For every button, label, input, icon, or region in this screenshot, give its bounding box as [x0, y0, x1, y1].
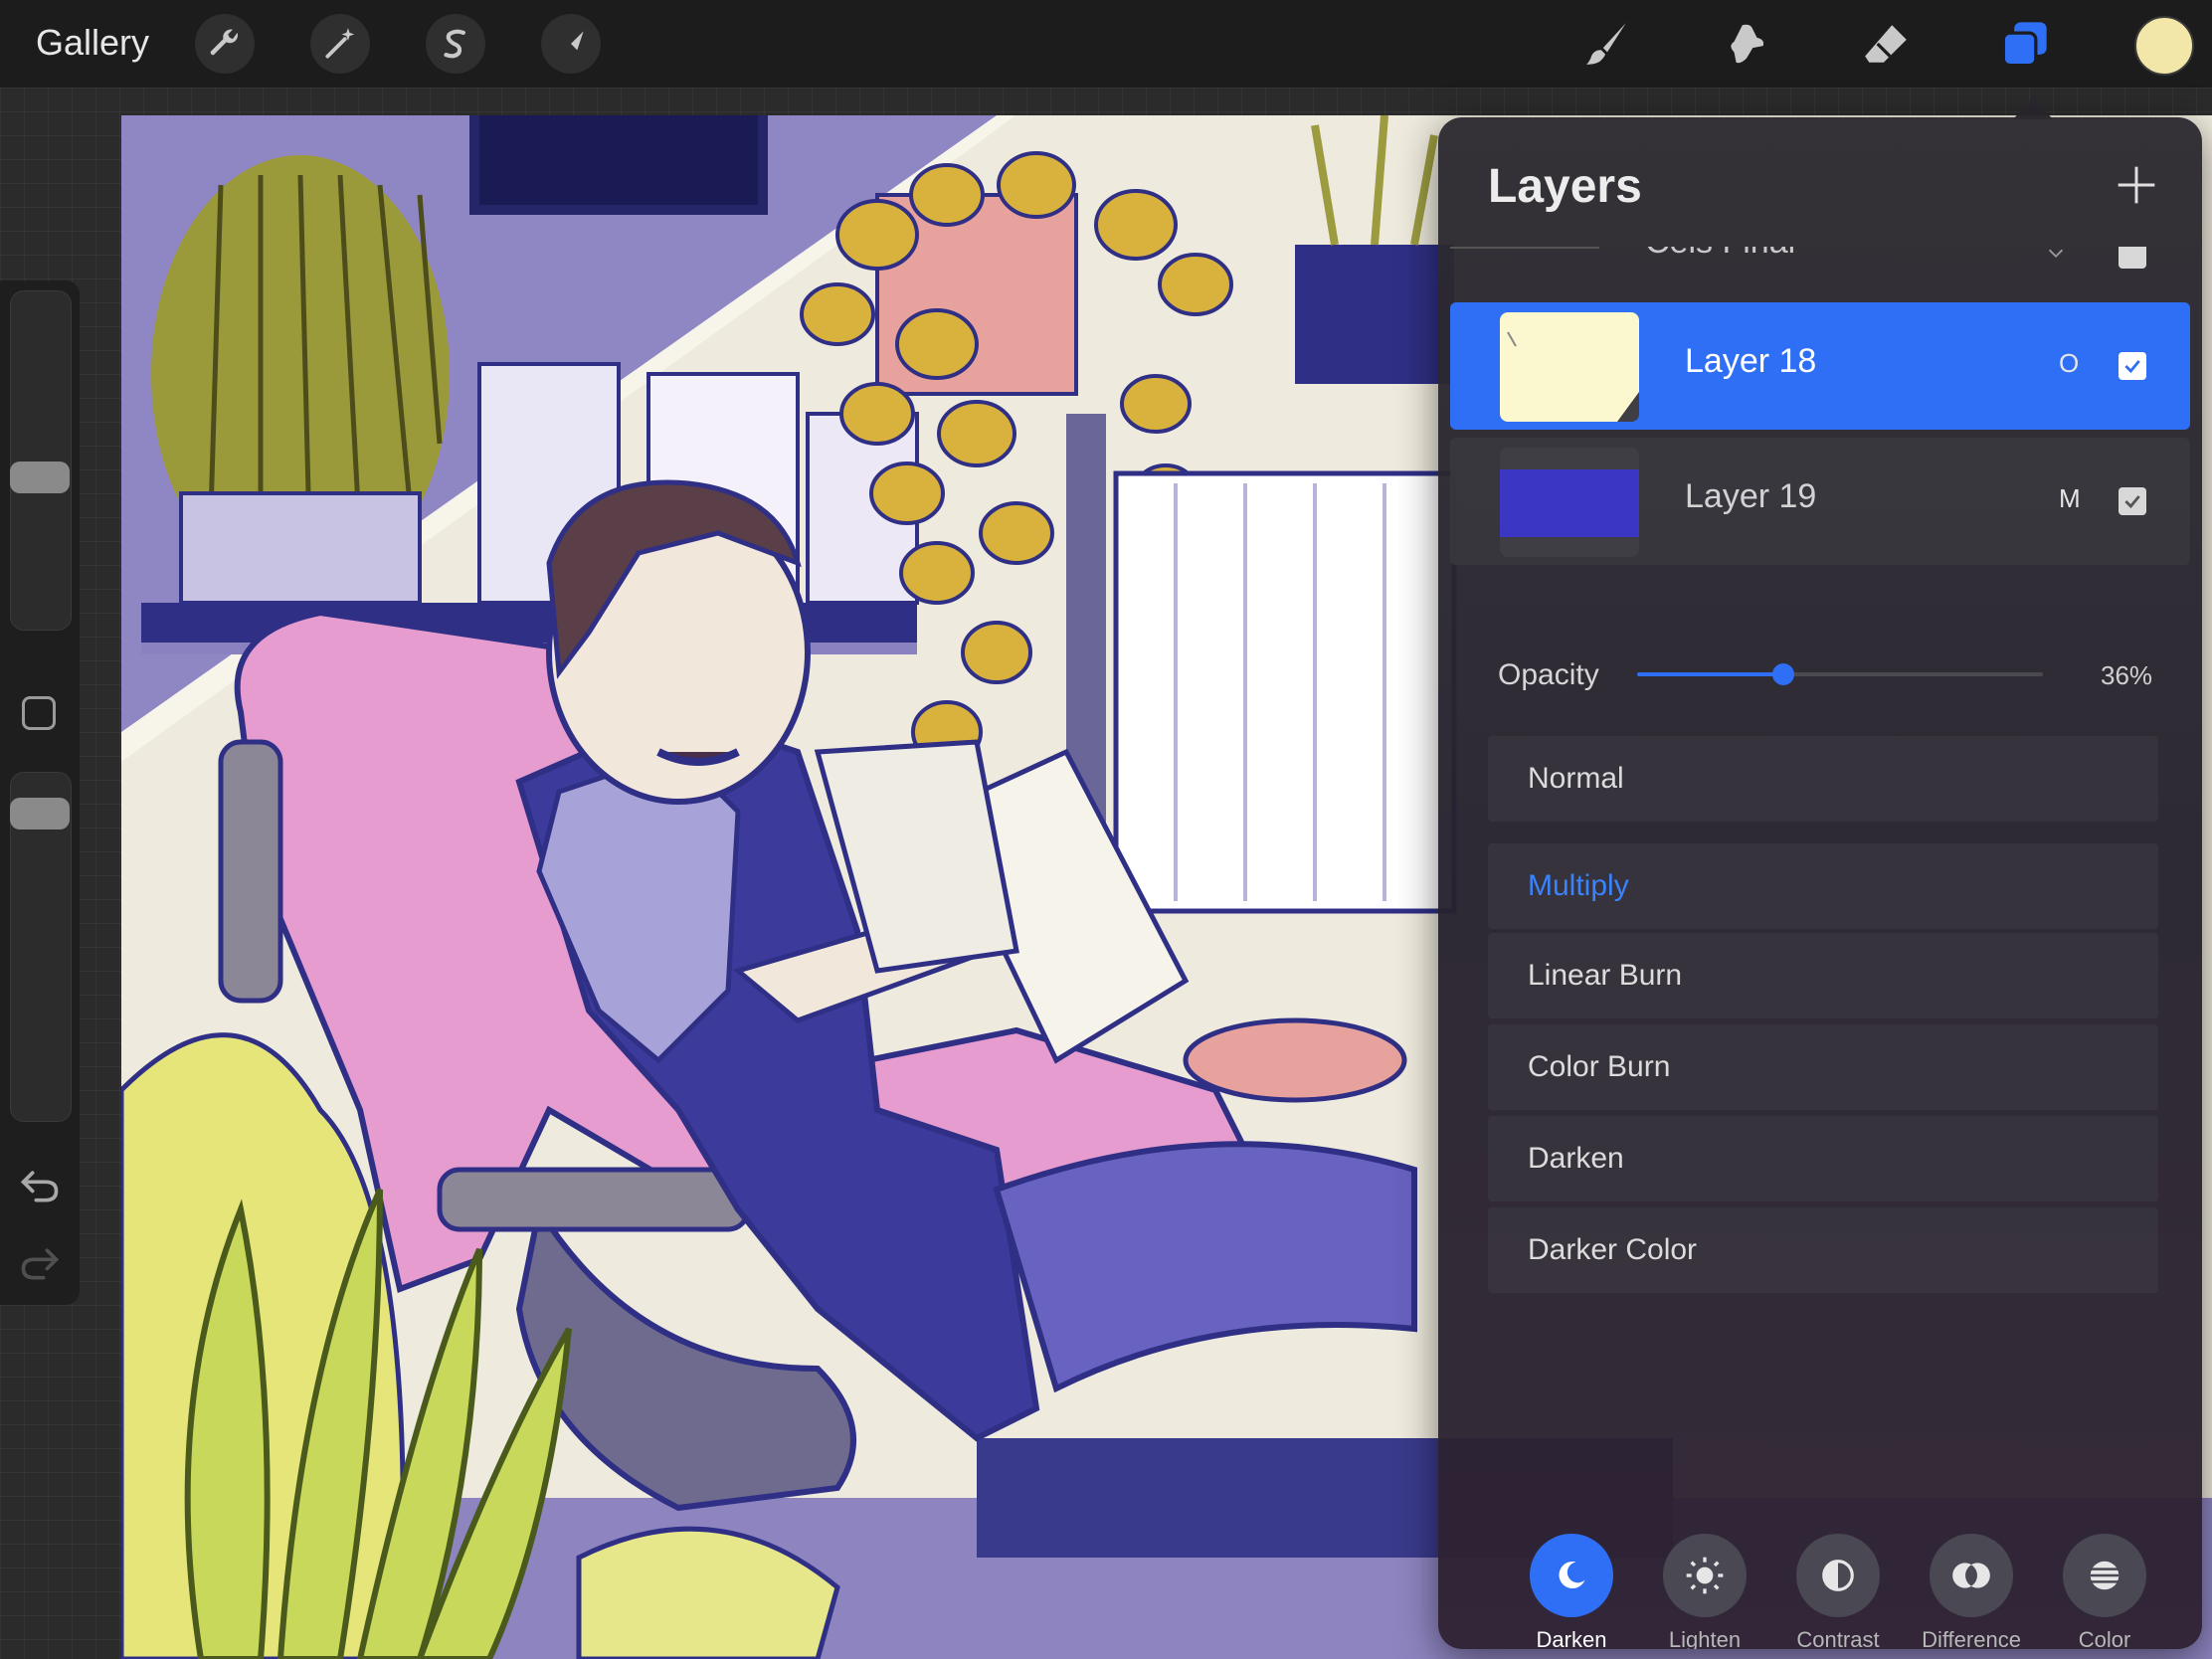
selection-s-icon — [444, 29, 465, 59]
tab-lighten[interactable]: Lighten — [1637, 1520, 1756, 1649]
undo-icon[interactable] — [18, 1164, 62, 1207]
redo-icon[interactable] — [18, 1241, 62, 1285]
opacity-slider-fill — [1637, 672, 1783, 676]
layers-panel: Layers Cels Final Layer 18 O — [1438, 117, 2202, 1649]
blend-mode-color-burn[interactable]: Color Burn — [1488, 1024, 2158, 1110]
color-picker-button[interactable] — [2134, 16, 2194, 76]
smudge-icon — [1731, 24, 1764, 64]
group-visibility-checkbox[interactable] — [2119, 247, 2146, 269]
tab-label: Contrast — [1796, 1627, 1880, 1649]
tab-label: Difference — [1922, 1627, 2021, 1649]
transform-button[interactable] — [541, 14, 601, 74]
blend-mode-label: Normal — [1528, 762, 1624, 795]
difference-icon — [1952, 1563, 1990, 1588]
tab-darken[interactable]: Darken — [1504, 1520, 1623, 1649]
blend-mode-multiply[interactable]: Multiply — [1488, 843, 2158, 929]
layer-group-row[interactable]: Cels Final — [1438, 247, 2202, 304]
opacity-label: Opacity — [1498, 658, 1599, 691]
opacity-value: 36% — [2101, 660, 2153, 690]
eraser-tool-button[interactable] — [1856, 14, 1916, 74]
sun-icon — [1686, 1557, 1724, 1594]
moon-icon — [1559, 1562, 1585, 1589]
layer-row-18[interactable]: Layer 18 O — [1450, 302, 2190, 430]
transform-arrow-icon — [558, 31, 584, 57]
tab-contrast[interactable]: Contrast — [1770, 1520, 1890, 1649]
layer-visibility-checkbox[interactable] — [2119, 487, 2146, 515]
blend-mode-label: Linear Burn — [1528, 959, 1683, 992]
color-stripes-icon — [2090, 1561, 2120, 1590]
layer-blend-indicator[interactable]: O — [2059, 348, 2079, 379]
tab-label: Color — [2078, 1627, 2131, 1649]
opacity-slider-knob[interactable] — [1771, 663, 1794, 685]
blend-mode-normal[interactable]: Normal — [1488, 736, 2158, 822]
tab-difference[interactable]: Difference — [1904, 1520, 2023, 1649]
brush-opacity-thumb[interactable] — [10, 798, 70, 830]
blend-mode-label: Multiply — [1528, 869, 1629, 902]
layer-blend-indicator[interactable]: M — [2059, 483, 2081, 514]
blend-mode-darker-color[interactable]: Darker Color — [1488, 1207, 2158, 1293]
eraser-icon — [1865, 25, 1907, 63]
layer-row-19[interactable]: Layer 19 M — [1450, 438, 2190, 565]
magic-wand-icon — [325, 28, 355, 59]
layers-icon — [2001, 22, 2047, 68]
brush-size-slider[interactable] — [10, 290, 72, 631]
checkmark-icon — [2124, 360, 2140, 374]
adjustments-button[interactable] — [310, 14, 370, 74]
brush-size-thumb[interactable] — [10, 461, 70, 493]
checkmark-icon — [2124, 495, 2140, 509]
group-name: Cels Final — [1645, 247, 1795, 262]
tab-color[interactable]: Color — [2037, 1520, 2156, 1649]
layer-name: Layer 18 — [1685, 342, 1817, 380]
tab-label: Darken — [1536, 1627, 1607, 1649]
layer-thumbnail — [1500, 448, 1639, 557]
blend-category-tabs: Darken Lighten Contrast Difference Color — [1438, 1520, 2202, 1649]
blend-mode-label: Darken — [1528, 1142, 1624, 1175]
layer-thumbnail — [1500, 312, 1639, 422]
blend-mode-label: Darker Color — [1528, 1233, 1698, 1266]
gallery-button[interactable]: Gallery — [36, 22, 149, 64]
top-toolbar: Gallery — [0, 0, 2212, 88]
selection-button[interactable] — [426, 14, 485, 74]
actions-button[interactable] — [195, 14, 255, 74]
blend-mode-label: Color Burn — [1528, 1050, 1671, 1083]
panel-pointer — [2013, 97, 2053, 119]
modify-button[interactable] — [22, 696, 56, 730]
wrench-icon — [210, 29, 239, 56]
panel-title: Layers — [1488, 160, 1642, 213]
layers-tool-button[interactable] — [1995, 14, 2055, 74]
chevron-down-icon[interactable] — [2045, 247, 2067, 265]
brush-icon — [1586, 23, 1626, 65]
smudge-tool-button[interactable] — [1717, 14, 1776, 74]
blend-mode-darken[interactable]: Darken — [1488, 1116, 2158, 1201]
opacity-slider[interactable] — [1637, 663, 2043, 685]
tab-label: Lighten — [1668, 1627, 1742, 1649]
brush-tool-button[interactable] — [1577, 14, 1637, 74]
layer-name: Layer 19 — [1685, 477, 1817, 515]
layer-visibility-checkbox[interactable] — [2119, 352, 2146, 380]
add-layer-icon[interactable] — [2115, 163, 2158, 207]
blend-mode-linear-burn[interactable]: Linear Burn — [1488, 933, 2158, 1018]
contrast-icon — [1822, 1560, 1854, 1591]
left-sidebar — [0, 280, 80, 1305]
group-divider — [1450, 247, 1599, 249]
